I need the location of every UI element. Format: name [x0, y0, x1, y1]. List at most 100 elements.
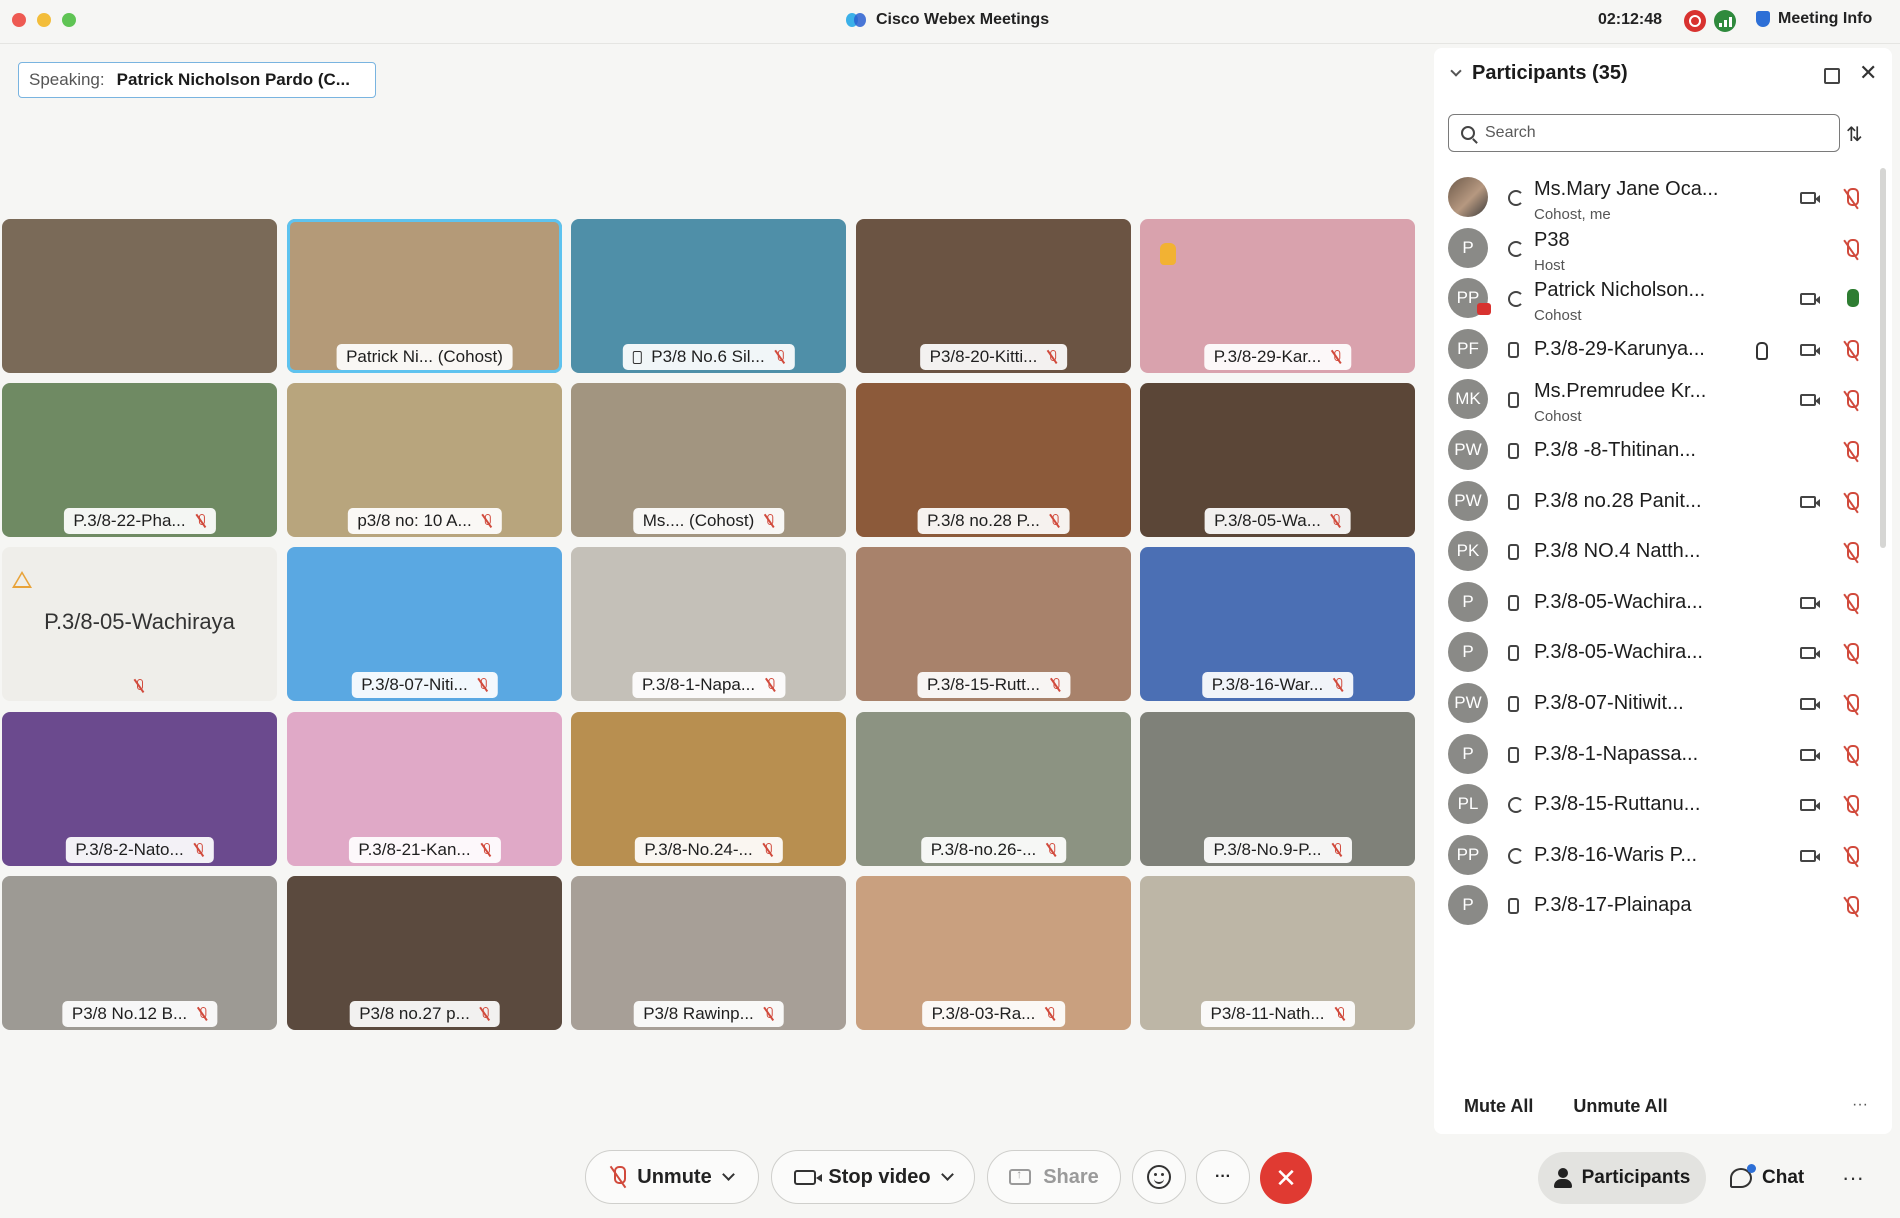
panel-footer: Mute All Unmute All [1464, 1096, 1668, 1117]
video-tile[interactable]: P3/8 no.27 p... [287, 876, 562, 1030]
avatar: P [1448, 632, 1488, 672]
panel-more-button[interactable]: ··· [1852, 1096, 1868, 1114]
avatar-initials: P [1462, 238, 1474, 257]
participant-row[interactable]: PP P.3/8-16-Waris P... [1448, 830, 1868, 882]
participant-row[interactable]: PF P.3/8-29-Karunya... [1448, 324, 1868, 376]
mic-muted-icon[interactable] [1844, 340, 1859, 362]
video-tile[interactable]: P.3/8-22-Pha... [2, 383, 277, 537]
participant-row[interactable]: PP Patrick Nicholson... Cohost [1448, 273, 1868, 325]
participant-row[interactable]: Ms.Mary Jane Oca... Cohost, me [1448, 172, 1868, 224]
avatar: P [1448, 228, 1488, 268]
mic-muted-icon[interactable] [1844, 390, 1859, 412]
chevron-down-icon[interactable] [940, 1168, 954, 1181]
participant-row[interactable]: PW P.3/8-07-Nitiwit... [1448, 678, 1868, 730]
participant-row[interactable]: PL P.3/8-15-Ruttanu... [1448, 779, 1868, 831]
tile-nametag: p3/8 no: 10 A... [347, 508, 502, 534]
video-tile[interactable]: P.3/8-21-Kan... [287, 712, 562, 866]
unmute-all-button[interactable]: Unmute All [1573, 1096, 1667, 1117]
mic-muted-icon[interactable] [1844, 593, 1859, 615]
network-health-icon[interactable] [1714, 10, 1736, 32]
video-tile[interactable]: P3/8 No.12 B... [2, 876, 277, 1030]
close-icon: ✕ [1275, 1162, 1297, 1193]
video-tile[interactable]: P.3/8-05-Wachiraya [2, 547, 277, 701]
share-label: Share [1043, 1165, 1099, 1188]
stop-video-button[interactable]: Stop video [771, 1150, 975, 1204]
participant-row[interactable]: P P.3/8-17-Plainapa [1448, 880, 1868, 932]
participant-search[interactable] [1448, 114, 1840, 152]
unmute-button[interactable]: Unmute [585, 1150, 759, 1204]
participant-row[interactable]: PW P.3/8 -8-Thitinan... [1448, 425, 1868, 477]
scrollbar[interactable] [1880, 168, 1886, 548]
mic-muted-icon[interactable] [1844, 188, 1859, 210]
more-options-button[interactable]: ··· [1196, 1150, 1250, 1204]
mic-muted-icon[interactable] [1844, 745, 1859, 767]
video-tile[interactable]: P.3/8 no.28 P... [856, 383, 1131, 537]
mic-muted-icon[interactable] [1844, 896, 1859, 918]
participant-row[interactable]: MK Ms.Premrudee Kr... Cohost [1448, 374, 1868, 426]
video-tile[interactable]: Ms.... (Cohost) [571, 383, 846, 537]
minimize-window-button[interactable] [37, 13, 51, 27]
sort-icon[interactable]: ⇅ [1846, 122, 1863, 147]
mic-muted-icon[interactable] [1844, 694, 1859, 716]
video-tile[interactable]: P3/8-11-Nath... [1140, 876, 1415, 1030]
recording-icon[interactable] [1684, 10, 1706, 32]
mic-muted-icon[interactable] [1844, 643, 1859, 665]
close-panel-icon[interactable]: ✕ [1859, 60, 1877, 86]
mic-muted-icon[interactable] [1844, 846, 1859, 868]
person-icon [1553, 1168, 1572, 1188]
video-tile[interactable]: P.3/8-16-War... [1140, 547, 1415, 701]
chevron-down-icon[interactable] [1450, 64, 1462, 77]
tile-nametag: P3/8 Rawinp... [633, 1001, 784, 1027]
participant-row[interactable]: P P.3/8-1-Napassa... [1448, 729, 1868, 781]
participant-row[interactable]: PW P.3/8 no.28 Panit... [1448, 476, 1868, 528]
video-tile[interactable]: P.3/8-05-Wa... [1140, 383, 1415, 537]
video-tile[interactable]: p3/8 no: 10 A... [287, 383, 562, 537]
mic-muted-icon[interactable] [1844, 239, 1859, 261]
video-tile[interactable]: P3/8 No.6 Sil... [571, 219, 846, 373]
video-tile[interactable]: P.3/8-1-Napa... [571, 547, 846, 701]
popout-icon[interactable] [1824, 68, 1840, 84]
participant-row[interactable]: P P.3/8-05-Wachira... [1448, 627, 1868, 679]
mic-muted-icon[interactable] [1844, 542, 1859, 564]
leave-meeting-button[interactable]: ✕ [1260, 1152, 1312, 1204]
tile-nametag: P.3/8-1-Napa... [631, 672, 786, 698]
mic-muted-icon [197, 1007, 207, 1021]
zoom-window-button[interactable] [62, 13, 76, 27]
smiley-icon [1147, 1165, 1171, 1189]
participant-row[interactable]: P P.3/8-05-Wachira... [1448, 577, 1868, 629]
participant-row[interactable]: P P38 Host [1448, 223, 1868, 275]
video-tile[interactable] [2, 219, 277, 373]
video-tile[interactable]: P3/8 Rawinp... [571, 876, 846, 1030]
avatar-initials: PW [1454, 491, 1482, 510]
video-tile[interactable]: Patrick Ni... (Cohost) [287, 219, 562, 373]
phone-icon [1508, 392, 1519, 413]
participant-row[interactable]: PK P.3/8 NO.4 Natth... [1448, 526, 1868, 578]
share-button[interactable]: Share [987, 1150, 1121, 1204]
video-tile[interactable]: P.3/8-No.9-P... [1140, 712, 1415, 866]
speaking-indicator: Speaking: Patrick Nicholson Pardo (C... [18, 62, 376, 98]
participants-toggle-button[interactable]: Participants [1538, 1152, 1706, 1204]
video-tile[interactable]: P3/8-20-Kitti... [856, 219, 1131, 373]
meeting-info-button[interactable]: Meeting Info [1756, 10, 1872, 28]
reactions-button[interactable] [1132, 1150, 1186, 1204]
mic-muted-icon[interactable] [1844, 441, 1859, 463]
chevron-down-icon[interactable] [721, 1168, 735, 1181]
tile-name: P.3/8-No.9-P... [1213, 840, 1322, 859]
video-tile[interactable]: P.3/8-07-Niti... [287, 547, 562, 701]
search-input[interactable] [1485, 124, 1805, 142]
mute-all-button[interactable]: Mute All [1464, 1096, 1533, 1117]
close-window-button[interactable] [12, 13, 26, 27]
chat-toggle-button[interactable]: Chat [1730, 1152, 1804, 1204]
video-tile[interactable]: P.3/8-No.24-... [571, 712, 846, 866]
more-panels-button[interactable]: ··· [1842, 1152, 1864, 1204]
video-tile[interactable]: P.3/8-15-Rutt... [856, 547, 1131, 701]
video-tile[interactable]: P.3/8-03-Ra... [856, 876, 1131, 1030]
mic-muted-icon[interactable] [1844, 492, 1859, 514]
mic-on-icon[interactable] [1844, 289, 1859, 311]
video-tile[interactable]: P.3/8-2-Nato... [2, 712, 277, 866]
mic-muted-icon[interactable] [1844, 795, 1859, 817]
video-tile[interactable]: P.3/8-29-Kar... [1140, 219, 1415, 373]
camera-icon [1800, 698, 1820, 710]
participants-header[interactable]: Participants (35) [1450, 62, 1628, 85]
video-tile[interactable]: P.3/8-no.26-... [856, 712, 1131, 866]
